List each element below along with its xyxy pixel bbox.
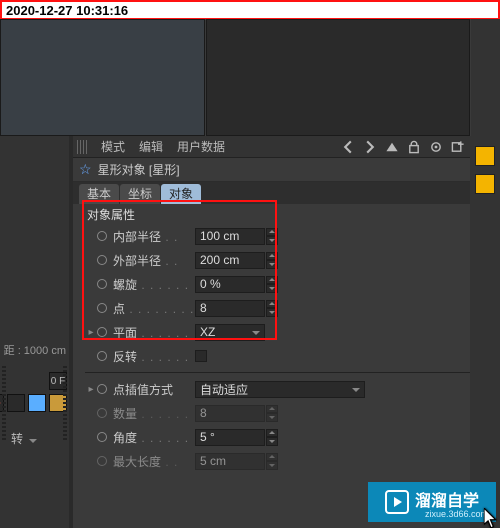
input-number: 8 xyxy=(195,405,265,422)
rotation-label[interactable]: 转 xyxy=(7,430,67,447)
tab-coord[interactable]: 坐标 xyxy=(120,184,160,204)
label-twist: 螺旋 xyxy=(113,278,137,292)
menu-userdata[interactable]: 用户数据 xyxy=(171,138,231,155)
spinner-number xyxy=(266,405,278,422)
tab-object[interactable]: 对象 xyxy=(161,184,201,204)
row-angle: 角度 . . . . . . 5 ° xyxy=(85,425,470,449)
viewport-panel[interactable] xyxy=(206,19,470,136)
attr-menubar: 模式 编辑 用户数据 xyxy=(73,136,470,158)
menu-mode[interactable]: 模式 xyxy=(95,138,131,155)
bullet-icon xyxy=(97,432,107,442)
bullet-icon xyxy=(97,351,107,361)
bullet-icon xyxy=(97,456,107,466)
timeline-icons: 0 F 转 xyxy=(0,372,69,447)
dots-icon[interactable] xyxy=(7,394,25,412)
separator xyxy=(85,372,470,373)
input-twist[interactable]: 0 % xyxy=(195,276,265,293)
chevron-right-icon[interactable]: ▸ xyxy=(85,384,97,395)
input-inner-radius[interactable]: 100 cm xyxy=(195,228,265,245)
attr-tabs: 基本 坐标 对象 xyxy=(73,182,470,204)
viewport-area xyxy=(0,19,500,136)
label-maxlen: 最大长度 xyxy=(113,455,161,469)
chevron-right-icon[interactable]: ▸ xyxy=(85,327,97,338)
input-outer-radius[interactable]: 200 cm xyxy=(195,252,265,269)
bullet-icon xyxy=(97,255,107,265)
datetime-text: 2020-12-27 10:31:16 xyxy=(6,3,128,18)
row-interp: ▸ 点插值方式 自动适应 xyxy=(85,377,470,401)
selection-icon[interactable] xyxy=(28,394,46,412)
label-reverse: 反转 xyxy=(113,350,137,364)
dropdown-plane[interactable]: XZ xyxy=(195,324,265,341)
bookmark-2[interactable] xyxy=(475,174,495,194)
viewport-side xyxy=(471,19,500,136)
grip-icon[interactable] xyxy=(77,140,89,154)
bullet-icon xyxy=(97,231,107,241)
nav-fwd-icon[interactable] xyxy=(362,139,378,155)
spinner-inner-radius[interactable] xyxy=(266,228,278,245)
lock-icon[interactable] xyxy=(406,139,422,155)
row-twist: 螺旋 . . . . . . 0 % xyxy=(85,272,470,296)
label-number: 数量 xyxy=(113,407,137,421)
label-interp: 点插值方式 xyxy=(113,383,173,397)
object-title: 星形对象 [星形] xyxy=(98,161,180,178)
film-icon[interactable] xyxy=(49,394,67,412)
new-tab-icon[interactable] xyxy=(450,139,466,155)
input-maxlen: 5 cm xyxy=(195,453,265,470)
object-title-row: ☆ 星形对象 [星形] xyxy=(73,158,470,182)
spinner-points[interactable] xyxy=(266,300,278,317)
play-icon xyxy=(385,490,409,514)
label-angle: 角度 xyxy=(113,431,137,445)
nav-up-icon[interactable] xyxy=(384,139,400,155)
distance-readout: 距 : 1000 cm xyxy=(0,342,69,360)
left-panel xyxy=(0,136,69,528)
input-points[interactable]: 8 xyxy=(195,300,265,317)
label-points: 点 xyxy=(113,302,125,316)
watermark-sub: zixue.3d66.com xyxy=(425,509,488,519)
bullet-icon xyxy=(97,327,107,337)
checkbox-reverse[interactable] xyxy=(195,350,207,362)
label-outer-radius: 外部半径 xyxy=(113,254,161,268)
spinner-twist[interactable] xyxy=(266,276,278,293)
nav-back-icon[interactable] xyxy=(340,139,356,155)
label-inner-radius: 内部半径 xyxy=(113,230,161,244)
menu-edit[interactable]: 编辑 xyxy=(133,138,169,155)
spinner-outer-radius[interactable] xyxy=(266,252,278,269)
side-bookmarks xyxy=(470,136,500,528)
watermark: 溜溜自学 zixue.3d66.com xyxy=(368,482,496,522)
bullet-icon xyxy=(97,384,107,394)
tab-basic[interactable]: 基本 xyxy=(79,184,119,204)
watermark-text: 溜溜自学 xyxy=(415,494,479,510)
section-object-properties: 对象属性 xyxy=(85,206,470,224)
input-angle[interactable]: 5 ° xyxy=(195,429,265,446)
row-maxlen: 最大长度 . . 5 cm xyxy=(85,449,470,473)
row-number: 数量 . . . . . . 8 xyxy=(85,401,470,425)
bullet-icon xyxy=(97,408,107,418)
attributes-panel: 模式 编辑 用户数据 ☆ 星形对象 [星形] 基本 坐标 对象 对象属性 xyxy=(73,136,470,528)
target-icon[interactable] xyxy=(428,139,444,155)
bullet-icon xyxy=(97,279,107,289)
star-icon: ☆ xyxy=(79,161,92,178)
row-inner-radius: 内部半径 . . 100 cm xyxy=(85,224,470,248)
row-points: 点 . . . . . . . . 8 xyxy=(85,296,470,320)
viewport-3d[interactable] xyxy=(0,19,205,136)
mouse-cursor-icon xyxy=(484,508,498,528)
spinner-angle[interactable] xyxy=(266,429,278,446)
dropdown-interp[interactable]: 自动适应 xyxy=(195,381,365,398)
label-plane: 平面 xyxy=(113,326,137,340)
bullet-icon xyxy=(97,303,107,313)
row-plane: ▸ 平面 . . . . . . XZ xyxy=(85,320,470,344)
row-outer-radius: 外部半径 . . 200 cm xyxy=(85,248,470,272)
bookmark-1[interactable] xyxy=(475,146,495,166)
datetime-bar: 2020-12-27 10:31:16 xyxy=(0,0,500,19)
row-reverse: 反转 . . . . . . xyxy=(85,344,470,368)
spinner-maxlen xyxy=(266,453,278,470)
